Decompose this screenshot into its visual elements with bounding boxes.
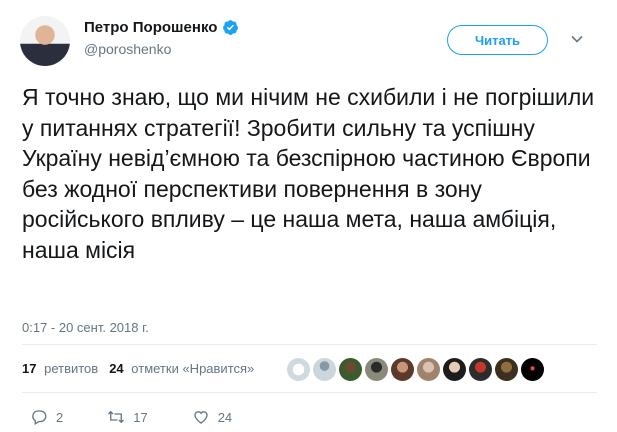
author-name-row: Петро Порошенко bbox=[84, 19, 239, 36]
retweet-icon bbox=[108, 410, 125, 424]
liker-avatar[interactable] bbox=[365, 358, 388, 381]
retweets-count: 17 bbox=[22, 361, 37, 376]
likes-count: 24 bbox=[109, 361, 124, 376]
liker-avatar[interactable] bbox=[495, 358, 518, 381]
liker-avatars bbox=[287, 358, 547, 381]
chevron-down-icon[interactable] bbox=[570, 34, 584, 44]
liker-avatar[interactable] bbox=[287, 358, 310, 381]
retweet-count: 17 bbox=[133, 409, 148, 425]
liker-avatar[interactable] bbox=[391, 358, 414, 381]
tweet-timestamp[interactable]: 0:17 - 20 сент. 2018 г. bbox=[22, 320, 149, 335]
follow-button[interactable]: Читать bbox=[447, 25, 548, 55]
retweet-button[interactable]: 17 bbox=[107, 408, 148, 426]
reply-icon bbox=[32, 410, 47, 425]
tweet-stats: 17 ретвитов 24 отметки «Нравится» bbox=[22, 361, 265, 376]
liker-avatar[interactable] bbox=[469, 358, 492, 381]
reply-count: 2 bbox=[56, 409, 64, 425]
avatar[interactable] bbox=[20, 16, 70, 66]
like-count: 24 bbox=[217, 409, 233, 425]
verified-badge-icon bbox=[223, 20, 239, 35]
likes-stat[interactable]: 24 отметки «Нравится» bbox=[109, 361, 254, 376]
author-handle[interactable]: @poroshenko bbox=[84, 41, 171, 57]
liker-avatar[interactable] bbox=[417, 358, 440, 381]
tweet-text: Я точно знаю, що ми нічим не схибили і н… bbox=[22, 84, 595, 263]
likes-label: отметки «Нравится» bbox=[131, 361, 255, 376]
like-button[interactable]: 24 bbox=[192, 408, 232, 426]
liker-avatar[interactable] bbox=[339, 358, 362, 381]
divider bbox=[22, 392, 597, 393]
retweets-stat[interactable]: 17 ретвитов bbox=[22, 361, 98, 376]
heart-icon bbox=[194, 411, 208, 424]
tweet-actions: 2 17 24 bbox=[30, 408, 276, 426]
divider bbox=[22, 344, 597, 345]
liker-avatar[interactable] bbox=[443, 358, 466, 381]
retweets-label: ретвитов bbox=[44, 361, 99, 376]
author-display-name[interactable]: Петро Порошенко bbox=[84, 19, 217, 36]
liker-avatar[interactable] bbox=[313, 358, 336, 381]
liker-avatar[interactable] bbox=[521, 358, 544, 381]
reply-button[interactable]: 2 bbox=[30, 408, 63, 426]
